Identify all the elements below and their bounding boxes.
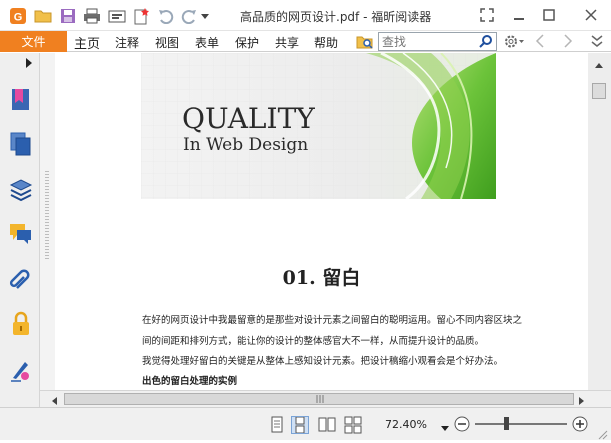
next-icon[interactable]	[562, 34, 574, 51]
svg-text:G: G	[14, 12, 23, 24]
vertical-scroll-thumb[interactable]	[592, 83, 606, 99]
previous-icon[interactable]	[534, 34, 546, 51]
paragraph-subheading: 出色的留白处理的实例	[142, 376, 238, 387]
zoom-slider[interactable]	[475, 423, 567, 425]
menu-protect[interactable]: 保护	[235, 34, 259, 51]
menu-view[interactable]: 视图	[155, 34, 179, 51]
scroll-up-icon[interactable]	[594, 58, 604, 72]
menu-form[interactable]: 表单	[195, 34, 219, 51]
facing-view-icon[interactable]	[318, 416, 336, 434]
menu-comment[interactable]: 注释	[115, 34, 139, 51]
resize-grip-icon[interactable]	[596, 428, 608, 443]
continuous-view-icon[interactable]	[291, 416, 309, 434]
print-icon[interactable]	[82, 6, 102, 26]
security-lock-icon[interactable]	[9, 311, 33, 337]
close-button[interactable]	[580, 5, 602, 25]
search-icon[interactable]	[479, 34, 493, 51]
customize-toolbar-icon[interactable]	[198, 6, 212, 26]
find-folder-icon[interactable]	[356, 33, 374, 50]
section-heading: 01. 留白	[282, 267, 361, 289]
menu-help[interactable]: 帮助	[314, 34, 338, 51]
signature-icon[interactable]	[9, 357, 33, 383]
panel-splitter[interactable]	[40, 53, 55, 408]
banner-image: QUALITY In Web Design	[141, 53, 496, 199]
zoom-dropdown-icon[interactable]	[441, 421, 449, 435]
save-icon[interactable]	[58, 6, 78, 26]
attachments-icon[interactable]	[9, 266, 33, 292]
zoom-level[interactable]: 72.40%	[385, 418, 427, 431]
comments-icon[interactable]	[9, 221, 33, 247]
maximize-button[interactable]	[538, 5, 560, 25]
zoom-slider-thumb[interactable]	[504, 417, 509, 430]
collapse-ribbon-icon[interactable]	[590, 34, 604, 51]
zoom-out-icon[interactable]	[454, 416, 470, 435]
bookmark-icon[interactable]	[9, 87, 33, 113]
expand-panel-icon[interactable]	[24, 57, 34, 72]
new-document-icon[interactable]	[131, 6, 151, 26]
minimize-button[interactable]	[508, 5, 530, 25]
undo-icon[interactable]	[156, 6, 176, 26]
search-input[interactable]	[379, 33, 475, 50]
paragraph-line: 间的间距和排列方式，能让你的设计的整体感官大不一样，从而提升设计的品质。	[142, 336, 485, 347]
paragraph-line: 我觉得处理好留白的关键是从整体上感知设计元素。把设计稿缩小观看会是个好办法。	[142, 356, 504, 367]
continuous-facing-view-icon[interactable]	[344, 416, 362, 434]
vertical-scrollbar[interactable]	[588, 53, 611, 390]
single-page-view-icon[interactable]	[268, 416, 286, 434]
document-view[interactable]: QUALITY In Web Design 01. 留白 在好的网页设计中我最留…	[55, 53, 588, 390]
paragraph-line: 在好的网页设计中我最留意的是那些对设计元素之间留白的聪明运用。留心不同内容区块之	[142, 315, 523, 326]
status-bar: 72.40%	[0, 407, 611, 440]
title-bar: G 高品质的网页设计.pdf - 福昕阅读器	[0, 0, 611, 31]
banner-subtitle: In Web Design	[183, 135, 309, 155]
fullscreen-icon[interactable]	[476, 5, 498, 25]
redo-icon[interactable]	[179, 6, 199, 26]
page-thumbnails-icon[interactable]	[9, 131, 33, 157]
menu-bar: 文件 主页 注释 视图 表单 保护 共享 帮助	[0, 31, 611, 52]
search-box[interactable]	[378, 32, 497, 51]
scan-icon[interactable]	[107, 6, 127, 26]
settings-icon[interactable]	[503, 33, 525, 50]
open-folder-icon[interactable]	[33, 6, 53, 26]
menu-share[interactable]: 共享	[275, 34, 299, 51]
file-menu[interactable]: 文件	[0, 31, 67, 52]
horizontal-scrollbar[interactable]	[40, 390, 611, 407]
layers-icon[interactable]	[9, 177, 33, 203]
horizontal-scroll-thumb[interactable]	[64, 393, 574, 405]
navigation-panel	[0, 53, 40, 440]
menu-home[interactable]: 主页	[74, 33, 100, 52]
banner-title: QUALITY	[182, 102, 315, 135]
foxit-logo-icon[interactable]: G	[8, 6, 28, 26]
zoom-in-icon[interactable]	[572, 416, 588, 435]
window-title: 高品质的网页设计.pdf - 福昕阅读器	[240, 10, 432, 24]
